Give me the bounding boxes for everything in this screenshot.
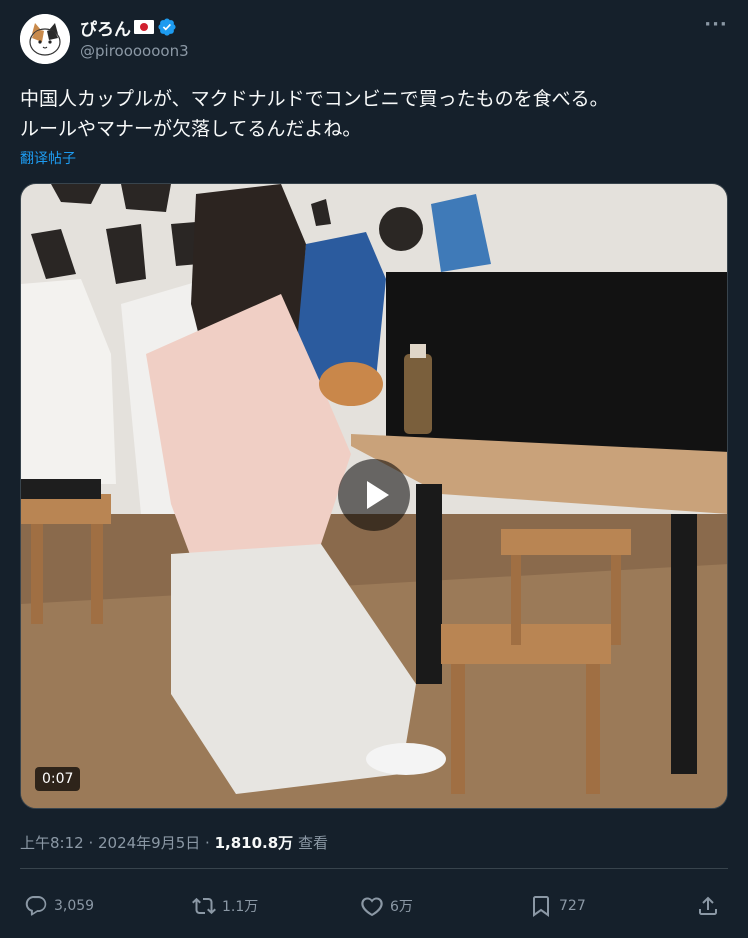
more-options-icon[interactable]: ··· <box>704 16 728 38</box>
post-time[interactable]: 上午8:12 <box>20 834 84 852</box>
like-button[interactable]: 6万 <box>360 892 413 920</box>
tweet-text: 中国人カップルが、マクドナルドでコンビニで買ったものを食べる。 ルールやマナーが… <box>20 84 728 144</box>
views-label: 查看 <box>293 834 328 852</box>
video-duration-badge: 0:07 <box>35 767 81 791</box>
verified-badge-icon[interactable] <box>157 17 177 37</box>
repost-icon <box>192 897 216 915</box>
tweet-header: ぴろん @piroooooon3 ··· <box>20 14 728 66</box>
translate-post-link[interactable]: 翻译帖子 <box>20 148 76 168</box>
name-row: ぴろん <box>80 15 177 40</box>
japan-flag-icon <box>134 20 154 34</box>
tweet-metadata: 上午8:12 · 2024年9月5日 · 1,810.8万 查看 <box>20 832 328 853</box>
share-button[interactable] <box>696 892 726 920</box>
repost-button[interactable]: 1.1万 <box>192 892 258 920</box>
meta-separator: · <box>83 834 98 852</box>
play-button[interactable] <box>338 459 410 531</box>
bookmark-button[interactable]: 727 <box>529 892 586 920</box>
view-count: 1,810.8万 <box>214 834 294 852</box>
like-count: 6万 <box>390 899 413 915</box>
display-name[interactable]: ぴろん <box>80 15 131 40</box>
video-player[interactable]: 0:07 <box>20 183 728 809</box>
avatar[interactable] <box>20 14 70 64</box>
action-bar: 3,059 1.1万 6万 727 <box>24 892 724 920</box>
tweet-text-line: ルールやマナーが欠落してるんだよね。 <box>20 118 362 140</box>
heart-icon <box>361 897 383 917</box>
meta-separator: · <box>200 834 215 852</box>
repost-count: 1.1万 <box>222 899 259 915</box>
post-date[interactable]: 2024年9月5日 <box>98 834 200 852</box>
user-handle[interactable]: @piroooooon3 <box>80 42 189 60</box>
bookmark-icon <box>533 896 549 917</box>
divider <box>20 868 728 869</box>
reply-count: 3,059 <box>54 898 95 914</box>
bookmark-count: 727 <box>559 898 586 914</box>
reply-button[interactable]: 3,059 <box>24 892 94 920</box>
reply-icon <box>25 896 47 916</box>
tweet-text-line: 中国人カップルが、マクドナルドでコンビニで買ったものを食べる。 <box>20 88 609 110</box>
cat-avatar-icon <box>20 14 70 64</box>
share-icon <box>699 896 717 915</box>
